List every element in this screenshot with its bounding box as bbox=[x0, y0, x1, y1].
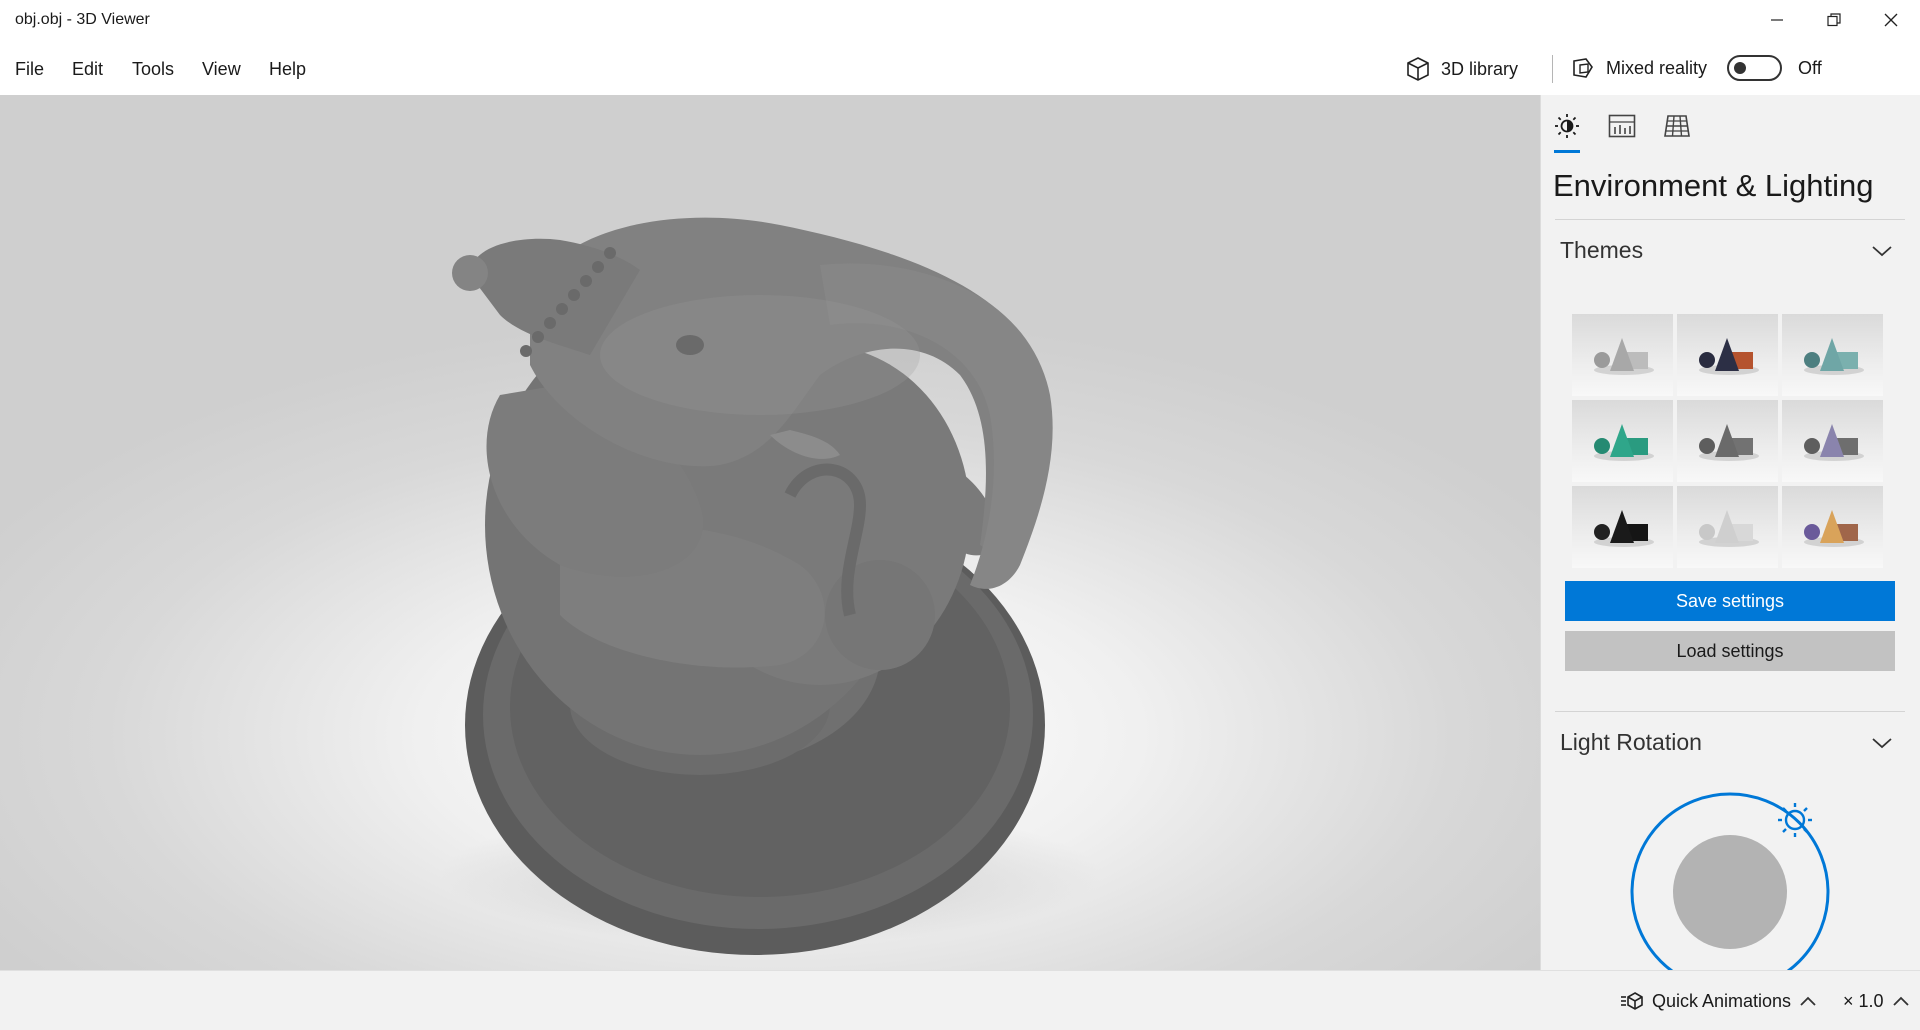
menu-view[interactable]: View bbox=[202, 59, 241, 80]
close-icon bbox=[1884, 13, 1897, 27]
light-rotation-dial[interactable] bbox=[1628, 790, 1832, 970]
theme-grid bbox=[1572, 314, 1883, 568]
theme-option-1[interactable] bbox=[1572, 314, 1673, 396]
theme-option-9[interactable] bbox=[1782, 486, 1883, 568]
section-divider bbox=[1555, 711, 1905, 712]
light-preview-sphere bbox=[1673, 835, 1787, 949]
theme-preview-icon bbox=[1699, 510, 1759, 547]
3d-library-label: 3D library bbox=[1441, 58, 1519, 79]
menu-tools[interactable]: Tools bbox=[132, 59, 174, 80]
cube-icon bbox=[1407, 57, 1429, 81]
menu-file[interactable]: File bbox=[15, 59, 44, 80]
menu-edit[interactable]: Edit bbox=[72, 59, 103, 80]
theme-option-8[interactable] bbox=[1677, 486, 1778, 568]
mixed-reality-label: Mixed reality bbox=[1606, 57, 1708, 78]
save-settings-button[interactable]: Save settings bbox=[1565, 581, 1895, 621]
restore-button[interactable] bbox=[1805, 0, 1862, 40]
quick-animations-button[interactable]: Quick Animations bbox=[1620, 989, 1817, 1013]
theme-preview-icon bbox=[1804, 510, 1864, 547]
3d-library-button[interactable]: 3D library bbox=[1405, 54, 1518, 84]
toggle-knob bbox=[1734, 62, 1747, 74]
title-bar: obj.obj - 3D Viewer bbox=[0, 0, 1920, 40]
3d-viewport[interactable] bbox=[0, 95, 1540, 970]
chart-icon bbox=[1608, 114, 1636, 138]
panel-heading: Environment & Lighting bbox=[1553, 168, 1874, 203]
chevron-down-icon[interactable] bbox=[1871, 736, 1893, 750]
playback-speed-button[interactable]: × 1.0 bbox=[1843, 989, 1910, 1013]
theme-preview-icon bbox=[1804, 338, 1864, 375]
chevron-up-icon bbox=[1800, 996, 1816, 1006]
minimize-icon bbox=[1770, 19, 1783, 21]
theme-option-7[interactable] bbox=[1572, 486, 1673, 568]
theme-option-3[interactable] bbox=[1782, 314, 1883, 396]
tab-environment-lighting[interactable] bbox=[1552, 112, 1582, 140]
theme-preview-icon bbox=[1594, 510, 1654, 547]
theme-preview-icon bbox=[1804, 424, 1864, 461]
theme-option-6[interactable] bbox=[1782, 400, 1883, 482]
chevron-up-icon bbox=[1892, 996, 1909, 1006]
light-rotation-section-header[interactable]: Light Rotation bbox=[1560, 729, 1702, 756]
selected-tab-indicator bbox=[1554, 150, 1580, 153]
themes-section-header[interactable]: Themes bbox=[1560, 237, 1643, 264]
bottom-bar: Quick Animations × 1.0 bbox=[0, 970, 1920, 1030]
chevron-down-icon[interactable] bbox=[1871, 244, 1893, 258]
quick-animations-label: Quick Animations bbox=[1652, 990, 1792, 1011]
theme-preview-icon bbox=[1594, 424, 1654, 461]
mixed-reality-control[interactable]: Mixed reality Off bbox=[1570, 53, 1822, 83]
tab-stats-shading[interactable] bbox=[1607, 112, 1637, 140]
menu-help[interactable]: Help bbox=[269, 59, 306, 80]
theme-option-2[interactable] bbox=[1677, 314, 1778, 396]
menu-divider bbox=[1552, 55, 1553, 83]
section-divider bbox=[1555, 219, 1905, 220]
mixed-reality-icon bbox=[1573, 58, 1593, 78]
restore-icon bbox=[1826, 13, 1841, 27]
load-settings-button[interactable]: Load settings bbox=[1565, 631, 1895, 671]
minimize-button[interactable] bbox=[1748, 0, 1805, 40]
mixed-reality-state: Off bbox=[1798, 57, 1822, 78]
speed-label: × 1.0 bbox=[1843, 990, 1884, 1011]
theme-preview-icon bbox=[1699, 338, 1759, 375]
theme-preview-icon bbox=[1594, 338, 1654, 375]
theme-preview-icon bbox=[1699, 424, 1759, 461]
close-button[interactable] bbox=[1862, 0, 1919, 40]
sun-icon bbox=[1555, 114, 1579, 138]
grid-icon bbox=[1664, 115, 1690, 137]
mixed-reality-toggle[interactable] bbox=[1727, 55, 1783, 81]
3d-model bbox=[440, 217, 1100, 955]
animation-icon bbox=[1621, 992, 1643, 1010]
tab-grid-view[interactable] bbox=[1662, 112, 1692, 140]
window-title: obj.obj - 3D Viewer bbox=[15, 11, 150, 28]
theme-option-4[interactable] bbox=[1572, 400, 1673, 482]
theme-option-5[interactable] bbox=[1677, 400, 1778, 482]
